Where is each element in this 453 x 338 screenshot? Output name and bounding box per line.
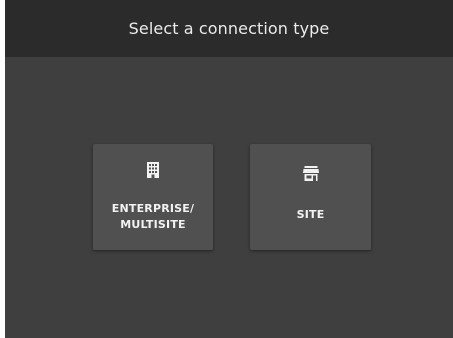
site-label: SITE <box>250 207 371 223</box>
store-icon <box>302 166 319 181</box>
enterprise-label-line-1: ENTERPRISE/ <box>111 202 195 215</box>
enterprise-multisite-label: ENTERPRISE/ MULTISITE <box>93 201 213 233</box>
connection-type-dialog: Select a connection type ENTERPRISE/ MUL… <box>5 0 453 338</box>
site-option-button[interactable]: SITE <box>250 144 371 250</box>
site-label-line-1: SITE <box>296 208 325 221</box>
header-bar: Select a connection type <box>5 0 453 57</box>
enterprise-label-line-2: MULTISITE <box>120 218 186 231</box>
page-title: Select a connection type <box>128 19 330 38</box>
enterprise-multisite-option-button[interactable]: ENTERPRISE/ MULTISITE <box>93 144 213 250</box>
building-icon <box>147 162 159 178</box>
